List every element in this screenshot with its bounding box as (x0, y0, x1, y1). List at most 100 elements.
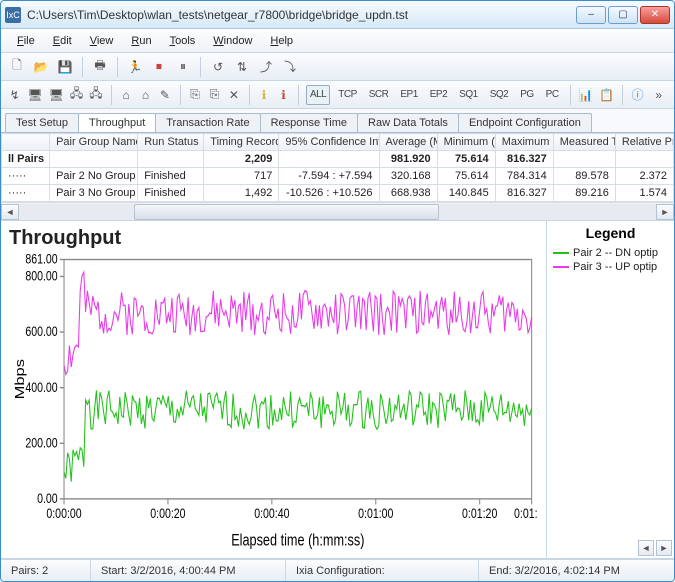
filter-ep2[interactable]: EP2 (426, 85, 451, 105)
new-icon[interactable]: 🗋 (7, 57, 27, 77)
t2-icon-11[interactable]: ✕ (226, 85, 241, 105)
tab-test-setup[interactable]: Test Setup (5, 113, 79, 132)
t2-icon-15[interactable]: 📋 (598, 85, 615, 105)
svg-text:0.00: 0.00 (37, 491, 58, 507)
status-end: End: 3/2/2016, 4:02:14 PM (479, 560, 674, 581)
tab-response-time[interactable]: Response Time (260, 113, 358, 132)
tab-endpoint-configuration[interactable]: Endpoint Configuration (458, 113, 592, 132)
filter-all[interactable]: ALL (306, 85, 330, 105)
col-blank[interactable] (2, 134, 50, 151)
tab-transaction-rate[interactable]: Transaction Rate (155, 113, 260, 132)
action1-icon[interactable]: ↺ (208, 57, 228, 77)
t2-icon-12[interactable]: ℹ (256, 85, 271, 105)
minimize-button[interactable]: – (576, 6, 606, 24)
t2-icon-4[interactable]: 🖧 (69, 85, 84, 105)
legend-scroll-left-icon[interactable]: ◄ (638, 540, 654, 556)
filter-ep1[interactable]: EP1 (396, 85, 421, 105)
svg-text:Mbps: Mbps (13, 359, 27, 399)
t2-icon-10[interactable]: ⎘ (207, 85, 222, 105)
scroll-right-icon[interactable]: ► (656, 204, 674, 220)
filter-pc[interactable]: PC (542, 85, 563, 105)
chart-split: Throughput 0.00200.00400.00600.00800.008… (1, 221, 674, 559)
col-measured-time[interactable]: Measured Time (sec) (553, 134, 615, 151)
t2-icon-8[interactable]: ✎ (157, 85, 172, 105)
t2-icon-3[interactable]: 🖥 (48, 85, 65, 105)
t2-icon-9[interactable]: ⎘ (187, 85, 202, 105)
grid-header-row: Pair Group Name Run Status Timing Record… (2, 134, 674, 151)
legend-pane: Legend Pair 2 -- DN optipPair 3 -- UP op… (546, 221, 674, 558)
t2-icon-1[interactable]: ↯ (7, 85, 22, 105)
legend-item[interactable]: Pair 3 -- UP optip (553, 261, 668, 273)
t2-icon-2[interactable]: 🖥 (26, 85, 43, 105)
info-icon[interactable]: ⓘ (630, 85, 645, 105)
action3-icon[interactable]: ⤴ (256, 57, 276, 77)
legend-item[interactable]: Pair 2 -- DN optip (553, 247, 668, 259)
t2-icon-13[interactable]: ℹ (276, 85, 291, 105)
chart-title: Throughput (9, 227, 538, 250)
toolbar-2: ↯ 🖥 🖥 🖧 🖧 ⌂ ⌂ ✎ ⎘ ⎘ ✕ ℹ ℹ ALL TCP SCR EP… (1, 81, 674, 109)
col-minimum[interactable]: Minimum (Mbps) (437, 134, 495, 151)
throughput-chart: 0.00200.00400.00600.00800.00861.000:00:0… (9, 254, 538, 554)
svg-text:0:00:00: 0:00:00 (46, 506, 81, 522)
menu-run[interactable]: Run (123, 33, 159, 49)
table-row[interactable]: ·····Pair 3 No GroupFinished1,492-10.526… (2, 185, 674, 202)
tab-throughput[interactable]: Throughput (78, 113, 156, 132)
legend-swatch (553, 266, 569, 268)
action2-icon[interactable]: ⇅ (232, 57, 252, 77)
scroll-thumb[interactable] (134, 204, 440, 220)
run-icon[interactable]: 🏃 (125, 57, 145, 77)
col-average[interactable]: Average (Mbps) (379, 134, 437, 151)
svg-text:0:00:40: 0:00:40 (254, 506, 289, 522)
svg-text:200.00: 200.00 (25, 435, 57, 451)
col-confidence[interactable]: 95% Confidence Interval (279, 134, 379, 151)
action4-icon[interactable]: ⤵ (280, 57, 300, 77)
filter-tcp[interactable]: TCP (334, 85, 361, 105)
svg-text:0:01:30: 0:01:30 (514, 506, 538, 522)
app-icon: IxC (5, 7, 21, 23)
legend-swatch (553, 252, 569, 254)
filter-sq2[interactable]: SQ2 (486, 85, 513, 105)
col-relative-precision[interactable]: Relative Precision (615, 134, 673, 151)
close-button[interactable]: ✕ (640, 6, 670, 24)
t2-icon-6[interactable]: ⌂ (118, 85, 133, 105)
menu-tools[interactable]: Tools (162, 33, 204, 49)
filter-scr[interactable]: SCR (365, 85, 393, 105)
legend-label: Pair 3 -- UP optip (573, 261, 657, 273)
titlebar[interactable]: IxC C:\Users\Tim\Desktop\wlan_tests\netg… (1, 1, 674, 29)
pause-icon[interactable]: ⏸ (173, 57, 193, 77)
t2-icon-7[interactable]: ⌂ (138, 85, 153, 105)
svg-text:861.00: 861.00 (25, 254, 57, 267)
chart-pane: Throughput 0.00200.00400.00600.00800.008… (1, 221, 546, 558)
stop-icon[interactable]: ⏹ (149, 57, 169, 77)
filter-pg[interactable]: PG (516, 85, 537, 105)
t2-icon-5[interactable]: 🖧 (88, 85, 103, 105)
table-row[interactable]: ·····Pair 2 No GroupFinished717-7.594 : … (2, 168, 674, 185)
menu-edit[interactable]: Edit (45, 33, 80, 49)
col-timing-records[interactable]: Timing Records Completed (204, 134, 279, 151)
results-grid: Pair Group Name Run Status Timing Record… (1, 133, 674, 221)
filter-sq1[interactable]: SQ1 (455, 85, 482, 105)
print-icon[interactable]: 🖶 (90, 57, 110, 77)
status-ixia: Ixia Configuration: (286, 560, 479, 581)
menu-view[interactable]: View (82, 33, 122, 49)
menu-help[interactable]: Help (262, 33, 301, 49)
col-pair-group[interactable]: Pair Group Name (50, 134, 138, 151)
col-maximum[interactable]: Maximum (Mbps) (495, 134, 553, 151)
legend-scroll-right-icon[interactable]: ► (656, 540, 672, 556)
t2-icon-14[interactable]: 📊 (577, 85, 594, 105)
grid-hscrollbar[interactable]: ◄ ► (1, 202, 674, 220)
col-run-status[interactable]: Run Status (138, 134, 204, 151)
svg-text:0:01:00: 0:01:00 (358, 506, 393, 522)
table-row[interactable]: ll Pairs2,209981.92075.614816.327 (2, 151, 674, 168)
save-icon[interactable]: 💾 (55, 57, 75, 77)
toolbar-overflow-icon[interactable]: » (649, 88, 668, 102)
menu-file[interactable]: File (9, 33, 43, 49)
svg-text:400.00: 400.00 (25, 380, 57, 396)
statusbar: Pairs: 2 Start: 3/2/2016, 4:00:44 PM Ixi… (1, 559, 674, 581)
tab-raw-data-totals[interactable]: Raw Data Totals (357, 113, 459, 132)
scroll-left-icon[interactable]: ◄ (1, 204, 19, 220)
maximize-button[interactable]: ▢ (608, 6, 638, 24)
open-icon[interactable]: 📂 (31, 57, 51, 77)
menu-window[interactable]: Window (205, 33, 260, 49)
svg-text:0:01:20: 0:01:20 (462, 506, 497, 522)
